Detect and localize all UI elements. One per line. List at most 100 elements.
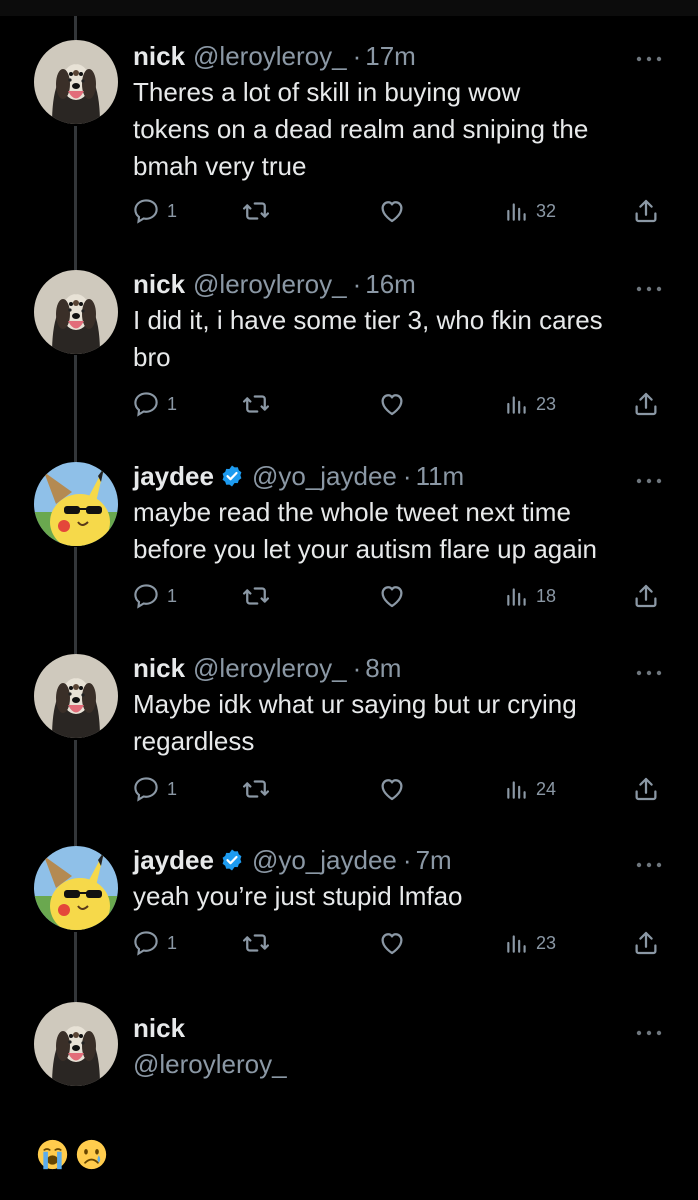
more-options-icon[interactable] <box>636 664 662 676</box>
like-button[interactable] <box>377 925 413 961</box>
more-options-icon[interactable] <box>636 856 662 868</box>
timestamp[interactable]: 17m <box>365 41 416 72</box>
retweet-button[interactable] <box>241 578 277 614</box>
retweet-button[interactable] <box>241 925 277 961</box>
views-button[interactable]: 23 <box>504 386 556 422</box>
reply-icon <box>134 584 158 609</box>
dog-avatar[interactable] <box>34 1002 118 1086</box>
tweet[interactable]: nick @leroyleroy_ · 16m I did it, i have… <box>0 240 698 432</box>
separator-dot: · <box>352 268 362 299</box>
separator-dot: · <box>352 40 362 71</box>
more-options-icon[interactable] <box>636 472 662 484</box>
like-button[interactable] <box>377 578 413 614</box>
tweet[interactable]: nick @leroyleroy_ · 17m Theres a lot of … <box>0 0 698 240</box>
action-bar: 1 32 <box>131 193 671 229</box>
tweet-text-line: Theres a lot of skill in buying wow <box>133 77 521 107</box>
reply-button[interactable]: 1 <box>131 771 177 807</box>
display-name[interactable]: nick <box>133 1013 185 1044</box>
views-icon <box>507 396 526 414</box>
like-button[interactable] <box>377 771 413 807</box>
reply-count: 1 <box>167 932 178 953</box>
views-count: 23 <box>536 932 557 953</box>
action-bar: 1 24 <box>131 771 671 807</box>
tweet-text-line: bro <box>133 342 171 372</box>
views-button[interactable]: 23 <box>504 925 556 961</box>
share-button[interactable] <box>631 193 661 229</box>
pikachu-avatar[interactable] <box>34 462 118 546</box>
display-name[interactable]: jaydee <box>133 461 214 492</box>
dog-avatar[interactable] <box>34 270 118 354</box>
user-handle[interactable]: @yo_jaydee <box>252 845 397 876</box>
tweet-text: maybe read the whole tweet next time bef… <box>133 494 658 568</box>
display-name[interactable]: nick <box>133 269 185 300</box>
timestamp[interactable]: 11m <box>416 461 465 492</box>
retweet-button[interactable] <box>241 771 277 807</box>
display-name[interactable]: nick <box>133 653 185 684</box>
like-button[interactable] <box>377 386 413 422</box>
display-name[interactable]: nick <box>133 41 185 72</box>
retweet-icon <box>243 587 269 605</box>
reply-button[interactable]: 1 <box>131 925 177 961</box>
reply-button[interactable]: 1 <box>131 386 177 422</box>
share-icon <box>635 584 657 608</box>
timestamp[interactable]: 16m <box>365 269 416 300</box>
reply-count: 1 <box>167 585 178 606</box>
share-icon <box>635 392 657 416</box>
action-bar: 1 18 <box>131 578 671 614</box>
dog-avatar[interactable] <box>34 654 118 738</box>
retweet-button[interactable] <box>241 386 277 422</box>
tweet-text-line: regardless <box>133 726 255 756</box>
share-button[interactable] <box>631 771 661 807</box>
separator-dot: · <box>402 460 412 491</box>
tweet[interactable]: nick @leroyleroy_ · 8m Maybe idk what ur… <box>0 624 698 817</box>
tweet-text: Theres a lot of skill in buying wow toke… <box>133 74 658 185</box>
tweet-text-line: I did it, i have some tier 3, who fkin c… <box>133 305 603 335</box>
views-button[interactable]: 32 <box>504 193 556 229</box>
heart-icon <box>381 933 403 955</box>
tweet-text: I did it, i have some tier 3, who fkin c… <box>133 302 658 376</box>
reply-button[interactable]: 1 <box>131 578 177 614</box>
tweet[interactable]: jaydee @yo_jaydee · 11m maybe read the w… <box>0 432 698 624</box>
timestamp[interactable]: 7m <box>416 845 452 876</box>
more-options-icon[interactable] <box>636 1024 662 1036</box>
tweet-text-line: before you let your autism flare up agai… <box>133 534 597 564</box>
retweet-button[interactable] <box>241 193 277 229</box>
reply-icon <box>134 392 158 417</box>
retweet-icon <box>243 934 269 952</box>
display-name[interactable]: jaydee <box>133 845 214 876</box>
tweet-text-line: yeah you’re just stupid lmfao <box>133 881 463 911</box>
user-handle[interactable]: @yo_jaydee <box>252 461 397 492</box>
share-button[interactable] <box>631 925 661 961</box>
views-icon <box>507 203 526 221</box>
verified-badge-icon <box>222 849 242 871</box>
tweet[interactable]: jaydee @yo_jaydee · 7m yeah you’re just … <box>0 817 698 977</box>
reply-count: 1 <box>167 200 178 221</box>
timestamp[interactable]: 8m <box>365 653 401 684</box>
tweet-header: nick @leroyleroy_ · 17m <box>133 38 658 74</box>
user-handle[interactable]: @leroyleroy_ <box>133 1046 658 1083</box>
retweet-icon <box>243 202 269 220</box>
user-handle[interactable]: @leroyleroy_ <box>193 41 347 72</box>
tweet-header: jaydee @yo_jaydee · 11m <box>133 458 658 494</box>
share-icon <box>635 777 657 801</box>
retweet-icon <box>243 395 269 413</box>
loudly-crying-face-icon <box>37 1139 68 1170</box>
share-button[interactable] <box>631 578 661 614</box>
user-handle[interactable]: @leroyleroy_ <box>193 653 347 684</box>
more-options-icon[interactable] <box>636 280 662 292</box>
pikachu-avatar[interactable] <box>34 846 118 930</box>
views-count: 18 <box>536 585 557 606</box>
reply-button[interactable]: 1 <box>131 193 177 229</box>
user-handle[interactable]: @leroyleroy_ <box>193 269 347 300</box>
views-button[interactable]: 24 <box>504 771 556 807</box>
share-button[interactable] <box>631 386 661 422</box>
separator-dot: · <box>352 652 362 683</box>
views-button[interactable]: 18 <box>504 578 556 614</box>
more-options-icon[interactable] <box>636 50 662 62</box>
reply-icon <box>134 931 158 956</box>
like-button[interactable] <box>377 193 413 229</box>
heart-icon <box>381 779 403 801</box>
dog-avatar[interactable] <box>34 40 118 124</box>
tweet-text-line: maybe read the whole tweet next time <box>133 497 571 527</box>
tweet-header: nick @leroyleroy_ · 16m <box>133 266 658 302</box>
